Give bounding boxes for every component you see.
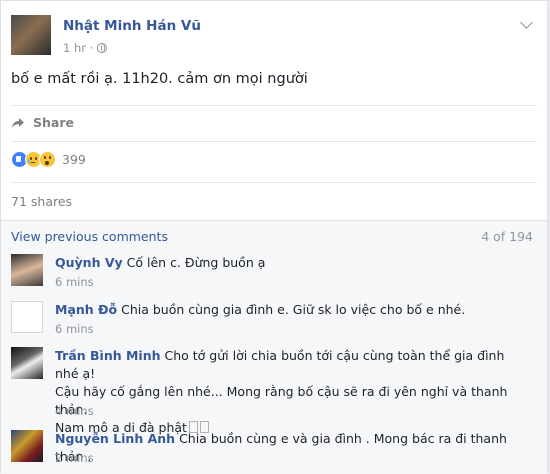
reactions-summary[interactable]: 399: [11, 151, 86, 168]
globe-icon[interactable]: [97, 43, 108, 53]
comment-text: Cậu hãy cố gắng lên nhé... Mong rằng bố …: [55, 384, 508, 417]
chevron-down-icon[interactable]: [520, 16, 533, 29]
avatar[interactable]: [11, 254, 43, 286]
author-name[interactable]: Nhật Minh Hán Vũ: [63, 18, 201, 34]
author-avatar[interactable]: [11, 15, 51, 55]
wow-icon: [39, 151, 56, 168]
divider: [11, 182, 537, 183]
comment-body: Mạnh Đỗ Chia buồn cùng gia đình e. Giữ sk…: [55, 301, 525, 319]
comment-body: Trần Bình Minh Cho tớ gửi lời chia buồn t…: [55, 347, 525, 437]
post-card: Nhật Minh Hán Vũ 1 hr · bố e mất rồi ạ. …: [0, 0, 548, 474]
commenter-name[interactable]: Quỳnh Vy: [55, 255, 123, 270]
post-text: bố e mất rồi ạ. 11h20. cảm ơn mọi người: [11, 71, 308, 87]
share-label: Share: [33, 115, 74, 130]
commenter-name[interactable]: Trần Bình Minh: [55, 348, 161, 363]
comment-time[interactable]: 6 mins: [55, 275, 94, 289]
commenter-name[interactable]: Nguyễn Linh Anh: [55, 431, 175, 446]
comment-time[interactable]: 6 mins: [55, 322, 94, 336]
divider: [11, 141, 537, 142]
avatar[interactable]: [11, 347, 43, 379]
avatar[interactable]: [11, 301, 43, 333]
shares-count[interactable]: 71 shares: [11, 194, 72, 209]
comments-count: 4 of 194: [481, 229, 533, 244]
comment-time[interactable]: 4 mins: [55, 404, 94, 418]
comments-section: View previous comments 4 of 194 Quỳnh Vy…: [1, 220, 547, 474]
post-meta: 1 hr ·: [63, 41, 108, 55]
view-previous-comments[interactable]: View previous comments: [11, 229, 168, 244]
comment-time[interactable]: 2 mins: [55, 451, 94, 465]
post-time[interactable]: 1 hr ·: [63, 41, 93, 55]
commenter-name[interactable]: Mạnh Đỗ: [55, 302, 117, 317]
reaction-count: 399: [62, 152, 86, 167]
avatar[interactable]: [11, 430, 43, 462]
divider: [11, 105, 537, 106]
share-button[interactable]: Share: [11, 115, 74, 130]
comment-body: Quỳnh Vy Cố lên c. Đừng buồn ạ: [55, 254, 525, 272]
comment-text: Cố lên c. Đừng buồn ạ: [126, 255, 266, 270]
share-icon: [12, 117, 24, 128]
comment-text: Chia buồn cùng gia đình e. Giữ sk lo việ…: [121, 302, 466, 317]
comment-body: Nguyễn Linh Anh Chia buồn cùng e và gia đ…: [55, 430, 525, 466]
